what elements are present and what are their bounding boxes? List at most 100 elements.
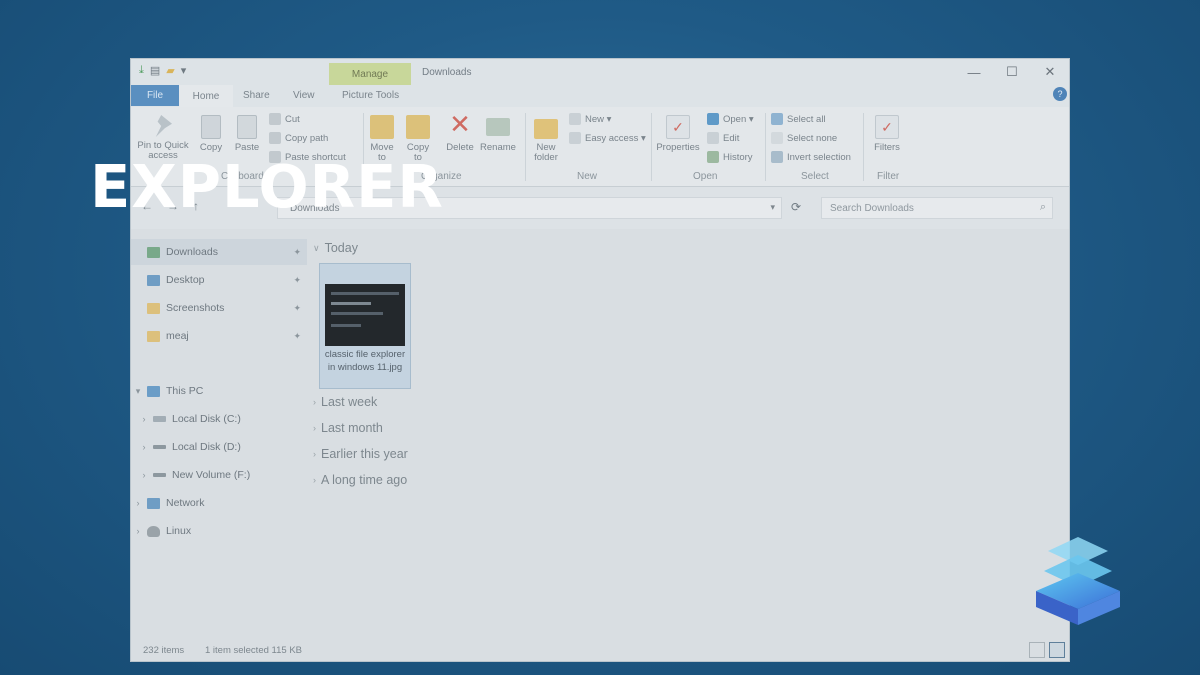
- copy-path-button[interactable]: Copy path: [269, 132, 328, 144]
- sidebar-item-local-disk-d[interactable]: › Local Disk (D:): [131, 434, 307, 460]
- folder-icon[interactable]: ▰: [166, 64, 174, 77]
- window-controls: — ☐ ✕: [955, 59, 1069, 85]
- desktop-icon: [147, 274, 160, 286]
- cut-button[interactable]: Cut: [269, 113, 300, 125]
- open-button[interactable]: Open ▾: [707, 113, 754, 125]
- layers-logo-icon: [1036, 537, 1120, 625]
- sidebar-item-linux[interactable]: › Linux: [131, 518, 307, 544]
- refresh-icon[interactable]: ⟳: [791, 200, 801, 214]
- properties-check-icon: ✓: [666, 115, 690, 139]
- sidebar-item-screenshots[interactable]: Screenshots ✦: [131, 295, 307, 321]
- new-folder-button[interactable]: New folder: [529, 115, 563, 163]
- sidebar-item-desktop[interactable]: Desktop ✦: [131, 267, 307, 293]
- file-explorer-window: ⤓ ▤ ▰ ▾ Manage Downloads — ☐ ✕ File Home…: [130, 58, 1070, 662]
- download-icon[interactable]: ⤓: [139, 64, 144, 77]
- chevron-down-icon[interactable]: ▾: [181, 64, 187, 77]
- chevron-right-icon: ›: [313, 423, 316, 433]
- chevron-right-icon[interactable]: ›: [131, 498, 145, 508]
- copy-button[interactable]: Copy: [195, 115, 227, 153]
- chevron-right-icon[interactable]: ›: [137, 470, 151, 480]
- delete-button[interactable]: ✕ Delete: [441, 111, 479, 153]
- rename-button[interactable]: Rename: [479, 115, 517, 153]
- file-list: ∨ Today classic file explorer in windows …: [309, 237, 1069, 637]
- filters-icon: ✓: [875, 115, 899, 139]
- group-header-last-week[interactable]: › Last week: [313, 395, 377, 409]
- image-thumbnail: [325, 284, 405, 346]
- rename-icon: [486, 118, 510, 136]
- copy-icon: [201, 115, 221, 139]
- overlay-title: EXPLORER: [90, 152, 444, 221]
- drive-icon: [153, 473, 166, 477]
- chevron-down-icon[interactable]: ▾: [131, 386, 145, 397]
- group-header-last-month[interactable]: › Last month: [313, 421, 383, 435]
- copy-path-icon: [269, 132, 281, 144]
- sidebar-item-new-volume-f[interactable]: › New Volume (F:): [131, 462, 307, 488]
- clipboard-icon: [237, 115, 257, 139]
- details-view-icon[interactable]: [1029, 642, 1045, 658]
- history-button[interactable]: History: [707, 151, 753, 163]
- tab-home[interactable]: Home: [179, 85, 233, 107]
- tab-share[interactable]: Share: [243, 90, 270, 101]
- easy-access-button[interactable]: Easy access ▾: [569, 132, 646, 144]
- ribbon-divider: [525, 113, 526, 181]
- chevron-right-icon[interactable]: ›: [137, 442, 151, 452]
- sidebar-item-this-pc[interactable]: ▾ This PC: [131, 378, 307, 404]
- copy-to-icon: [406, 115, 430, 139]
- chevron-right-icon[interactable]: ›: [131, 526, 145, 536]
- group-header-today[interactable]: ∨ Today: [313, 241, 358, 255]
- tab-picture-tools[interactable]: Picture Tools: [342, 90, 399, 101]
- sidebar-item-local-disk-c[interactable]: › Local Disk (C:): [131, 406, 307, 432]
- ribbon-divider: [651, 113, 652, 181]
- group-label-open: Open: [693, 171, 718, 182]
- pin-icon: ✦: [293, 302, 301, 313]
- maximize-button[interactable]: ☐: [993, 59, 1031, 85]
- properties-icon[interactable]: ▤: [150, 64, 160, 77]
- filters-button[interactable]: ✓ Filters: [869, 115, 905, 153]
- select-all-button[interactable]: Select all: [771, 113, 826, 125]
- close-button[interactable]: ✕: [1031, 59, 1069, 85]
- computer-icon: [147, 385, 160, 397]
- chevron-right-icon[interactable]: ›: [137, 414, 151, 424]
- drive-icon: [153, 445, 166, 449]
- status-bar: 232 items 1 item selected 115 KB: [131, 639, 1069, 661]
- tab-manage[interactable]: Manage: [329, 63, 411, 85]
- select-none-icon: [771, 132, 783, 144]
- sidebar-item-downloads[interactable]: Downloads ✦: [131, 239, 307, 265]
- group-label-filter: Filter: [877, 171, 900, 182]
- sidebar-item-network[interactable]: › Network: [131, 490, 307, 516]
- network-icon: [147, 497, 160, 509]
- search-input[interactable]: Search Downloads ⌕: [821, 197, 1053, 219]
- sidebar-item-meaj[interactable]: meaj ✦: [131, 323, 307, 349]
- minimize-button[interactable]: —: [955, 59, 993, 85]
- scissors-icon: [269, 113, 281, 125]
- selection-info: 1 item selected 115 KB: [205, 645, 302, 656]
- group-header-long-time-ago[interactable]: › A long time ago: [313, 473, 407, 487]
- chevron-down-icon: ∨: [313, 242, 320, 253]
- select-none-button[interactable]: Select none: [771, 132, 837, 144]
- easy-access-icon: [569, 132, 581, 144]
- window-title: Downloads: [422, 67, 472, 78]
- pin-icon: ✦: [293, 246, 301, 257]
- title-bar: ⤓ ▤ ▰ ▾ Manage Downloads — ☐ ✕: [131, 59, 1069, 85]
- tab-file[interactable]: File: [131, 85, 179, 106]
- edit-button[interactable]: Edit: [707, 132, 739, 144]
- ribbon-divider: [863, 113, 864, 181]
- move-to-icon: [370, 115, 394, 139]
- large-icons-view-icon[interactable]: [1049, 642, 1065, 658]
- search-icon[interactable]: ⌕: [1040, 201, 1046, 214]
- group-label-select: Select: [801, 171, 829, 182]
- file-tile[interactable]: classic file explorer in windows 11.jpg: [319, 263, 411, 389]
- group-header-earlier-this-year[interactable]: › Earlier this year: [313, 447, 408, 461]
- select-all-icon: [771, 113, 783, 125]
- tab-view[interactable]: View: [293, 90, 315, 101]
- file-name: classic file explorer in windows 11.jpg: [324, 349, 406, 373]
- paste-button[interactable]: Paste: [231, 115, 263, 153]
- navigation-pane: Downloads ✦ Desktop ✦ Screenshots ✦ meaj ✦ ▾…: [131, 237, 307, 637]
- help-icon[interactable]: ?: [1053, 87, 1067, 101]
- properties-button[interactable]: ✓ Properties: [653, 115, 703, 153]
- pin-icon: [155, 115, 172, 137]
- invert-selection-button[interactable]: Invert selection: [771, 151, 851, 163]
- new-item-button[interactable]: New ▾: [569, 113, 611, 125]
- chevron-down-icon[interactable]: ▾: [770, 202, 775, 213]
- chevron-right-icon: ›: [313, 449, 316, 459]
